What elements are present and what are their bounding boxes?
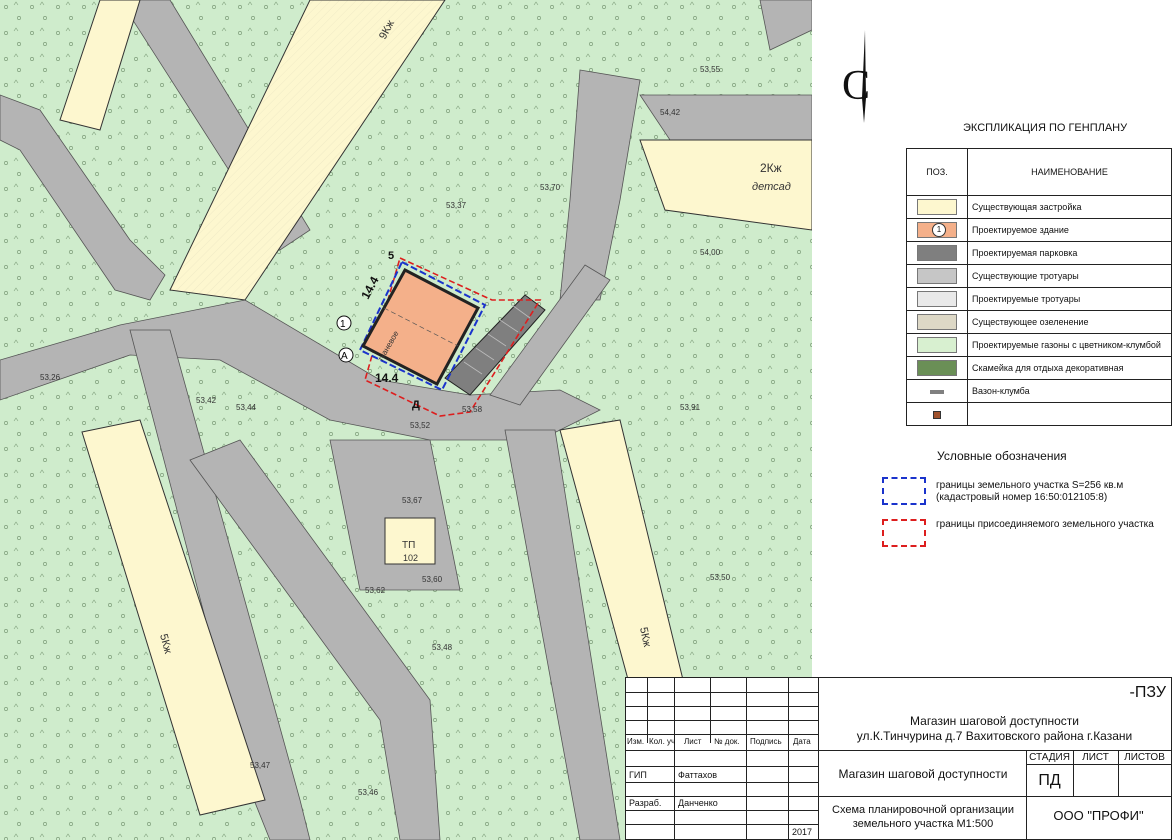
explication-row-name: Существующее озеленение xyxy=(967,310,1172,334)
elevation-16: 53,46 xyxy=(358,788,379,797)
dimension-bottom: 14.4 xyxy=(375,371,399,385)
elevation-7: 53,37 xyxy=(446,201,467,210)
header-sign: Подпись xyxy=(750,737,782,746)
project-title-2: ул.К.Тинчурина д.7 Вахитовского района г… xyxy=(856,729,1133,743)
marker-1: 1 xyxy=(340,319,346,330)
road-kindergarten xyxy=(639,94,812,141)
object-name: Магазин шаговой доступности xyxy=(838,767,1008,781)
elevation-13: 53,48 xyxy=(432,643,453,652)
elevation-3: 53,52 xyxy=(410,421,431,430)
drawing-code: -ПЗУ xyxy=(1129,684,1166,701)
elevation-15: 53,47 xyxy=(250,761,271,770)
blue-border-label-2: (кадастровый номер 16:50:012105:8) xyxy=(936,492,1108,503)
explication-row-name: Проектируемые тротуары xyxy=(967,287,1172,311)
explication-row-name: Проектируемое здание xyxy=(967,218,1172,242)
project-title-1: Магазин шаговой доступности xyxy=(910,714,1079,728)
gip-name: Фаттахов xyxy=(678,770,717,780)
elevation-9: 53,91 xyxy=(680,403,701,412)
explication-row: Скамейка для отдыха декоративная xyxy=(906,356,1172,380)
explication-row xyxy=(906,402,1172,426)
explication-row-name: Вазон-клумба xyxy=(967,379,1172,403)
elevation-5: 53,62 xyxy=(365,586,386,595)
vase-icon xyxy=(930,389,944,394)
north-arrow-label: С xyxy=(842,63,871,109)
drawing-title-1: Схема планировочной организации xyxy=(832,804,1014,816)
explication-col-pos: ПОЗ. xyxy=(906,148,968,196)
building-label-2kzh: 2Кж xyxy=(760,161,782,175)
dev-name: Данченко xyxy=(678,798,718,808)
elevation-6: 53,60 xyxy=(422,575,443,584)
explication-row-name: Проектируемые газоны с цветником-клумбой xyxy=(967,333,1172,357)
elevation-2: 53,58 xyxy=(462,405,483,414)
header-date: Дата xyxy=(793,737,811,746)
header-list: Лист xyxy=(684,737,702,746)
explication-row: Существующее озеленение xyxy=(906,310,1172,334)
explication-row-name: Проектируемая парковка xyxy=(967,241,1172,265)
drawing-title-2: земельного участка М1:500 xyxy=(852,818,994,830)
stage-value: ПД xyxy=(1038,772,1061,789)
explication-row: Проектируемая парковка xyxy=(906,241,1172,265)
explication-building-number: 1 xyxy=(932,223,946,237)
elevation-18: 53,26 xyxy=(40,373,61,382)
explication-row: Проектируемые газоны с цветником-клумбой xyxy=(906,333,1172,357)
explication-row: Существующая застройка xyxy=(906,195,1172,219)
building-label-tp-num: 102 xyxy=(403,553,418,563)
blue-border-label-1: границы земельного участка S=256 кв.м xyxy=(936,480,1124,491)
bin-icon xyxy=(933,410,941,419)
explication-title: ЭКСПЛИКАЦИЯ ПО ГЕНПЛАНУ xyxy=(963,122,1128,134)
header-izm: Изм. xyxy=(627,737,645,746)
elevation-12: 54,42 xyxy=(660,108,681,117)
stage-label: СТАДИЯ xyxy=(1029,752,1070,763)
explication-col-name: НАИМЕНОВАНИЕ xyxy=(967,148,1172,196)
year: 2017 xyxy=(792,827,813,837)
header-doc: № док. xyxy=(714,737,740,746)
elevation-1: 53,42 xyxy=(196,396,217,405)
explication-row-name: Существующие тротуары xyxy=(967,264,1172,288)
elevation-10: 54,00 xyxy=(700,248,721,257)
elevation-4: 53,67 xyxy=(402,496,423,505)
north-arrow: С xyxy=(840,28,880,128)
company-name: ООО "ПРОФИ" xyxy=(1053,808,1144,823)
elevation-17: 53,50 xyxy=(710,573,731,582)
explication-row: Существующие тротуары xyxy=(906,264,1172,288)
blue-border-sample xyxy=(882,477,926,505)
sheets-label: ЛИСТОВ xyxy=(1124,752,1165,763)
title-block: Изм. Кол. уч Лист № док. Подпись Дата ГИ… xyxy=(625,677,1172,840)
explication-row-name: Существующая застройка xyxy=(967,195,1172,219)
conditions-title: Условные обозначения xyxy=(937,449,1067,463)
marker-5: 5 xyxy=(388,250,394,262)
red-border-sample xyxy=(882,519,926,547)
explication-row-name: Скамейка для отдыха декоративная xyxy=(967,356,1172,380)
red-border-label: границы присоединяемого земельного участ… xyxy=(936,519,1154,530)
building-label-tp: ТП xyxy=(402,540,415,551)
explication-row: Вазон-клумба xyxy=(906,379,1172,403)
dev-role: Разраб. xyxy=(629,798,662,808)
marker-a: А xyxy=(341,351,348,362)
explication-row-name xyxy=(967,402,1172,426)
header-kol: Кол. уч xyxy=(649,737,676,746)
gip-role: ГИП xyxy=(629,770,647,780)
elevation-14: 53,44 xyxy=(236,403,257,412)
explication-row: Проектируемые тротуары xyxy=(906,287,1172,311)
elevation-11: 53,55 xyxy=(700,65,721,74)
sheet-label: ЛИСТ xyxy=(1082,752,1109,763)
explication-table: ПОЗ. НАИМЕНОВАНИЕ Существующая застройка… xyxy=(906,148,1172,426)
elevation-8: 53,70 xyxy=(540,183,561,192)
marker-d: Д xyxy=(412,399,420,411)
explication-row: 1 Проектируемое здание xyxy=(906,218,1172,242)
building-label-kindergarten: детсад xyxy=(752,181,791,193)
